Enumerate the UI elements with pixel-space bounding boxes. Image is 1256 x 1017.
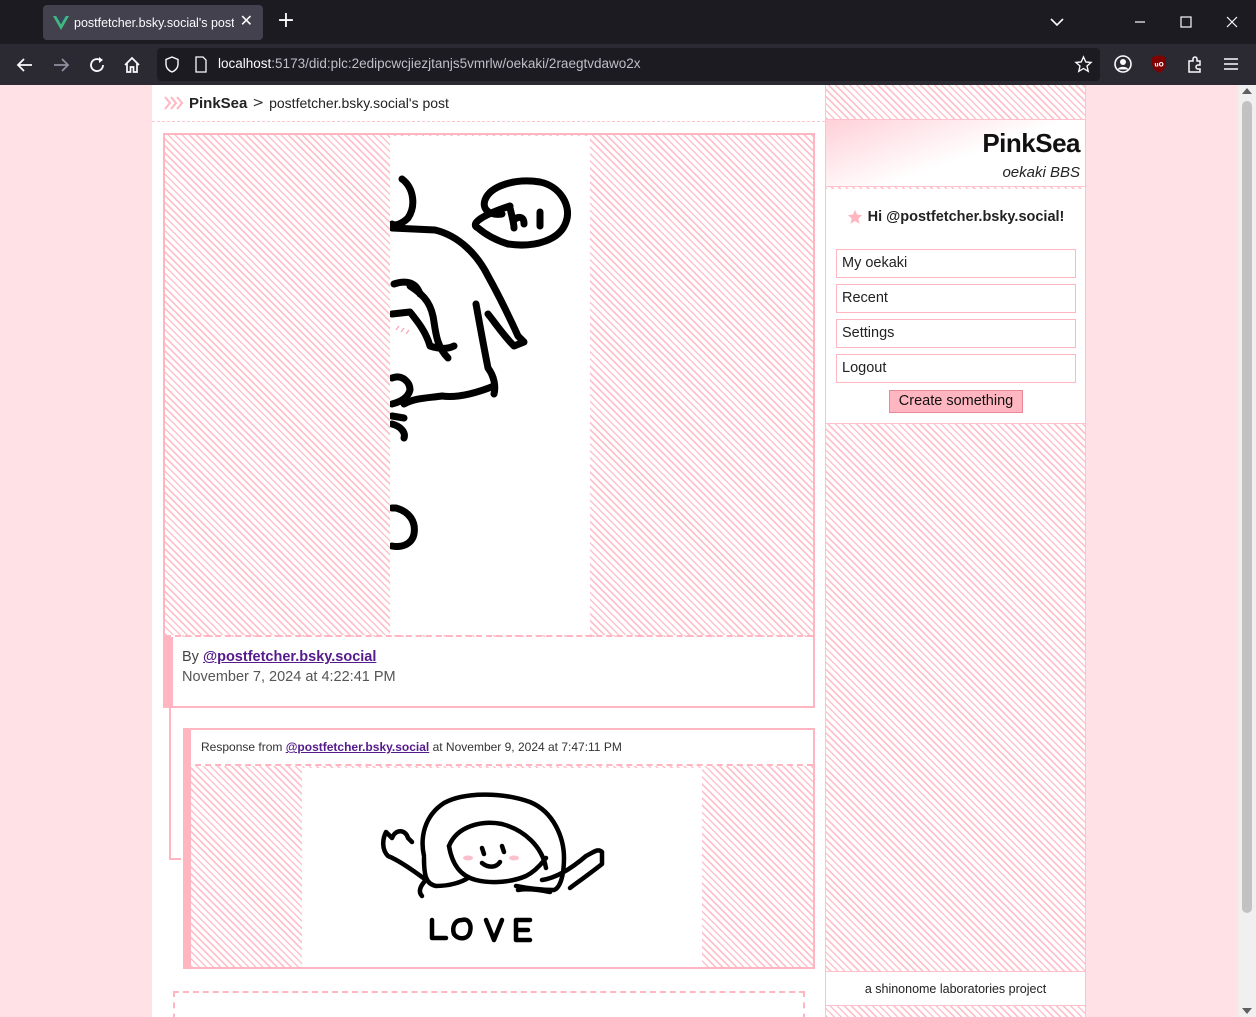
- response-drawing-art: [381, 792, 605, 943]
- scroll-down-arrow-icon[interactable]: [1242, 1008, 1252, 1014]
- star-icon: [847, 209, 862, 224]
- extensions-icon[interactable]: [1185, 54, 1205, 74]
- breadcrumb-separator: >: [252, 95, 265, 111]
- scroll-thumb[interactable]: [1242, 101, 1252, 913]
- menu-icon[interactable]: [1221, 54, 1241, 74]
- user-greeting: Hi @postfetcher.bsky.social!: [826, 209, 1085, 225]
- chevrons-icon: [164, 96, 184, 110]
- page-icon: [195, 56, 207, 73]
- site-title: PinkSea: [982, 128, 1080, 158]
- response-header: Response from @postfetcher.bsky.social a…: [185, 730, 813, 766]
- reply-box: [173, 991, 805, 1017]
- post-author-link[interactable]: @postfetcher.bsky.social: [203, 649, 376, 665]
- maximize-icon[interactable]: [1176, 12, 1196, 32]
- account-icon[interactable]: [1113, 54, 1133, 74]
- scroll-up-arrow-icon[interactable]: [1242, 88, 1252, 94]
- sidebar-link-logout[interactable]: Logout: [836, 354, 1076, 383]
- breadcrumb: PinkSea > postfetcher.bsky.social's post: [152, 85, 825, 122]
- forward-icon[interactable]: [50, 54, 72, 76]
- post-meta: By @postfetcher.bsky.social November 7, …: [165, 637, 813, 706]
- tab-list-icon[interactable]: [1047, 12, 1067, 32]
- post-drawing[interactable]: [388, 136, 590, 635]
- home-icon[interactable]: [121, 54, 143, 76]
- user-panel: Hi @postfetcher.bsky.social! My oekaki R…: [826, 189, 1085, 424]
- site-logo[interactable]: PinkSea oekaki BBS: [826, 119, 1085, 187]
- page-scrollbar[interactable]: [1238, 85, 1256, 1017]
- response-post: Response from @postfetcher.bsky.social a…: [183, 728, 815, 969]
- post-author-line: By @postfetcher.bsky.social: [182, 649, 376, 665]
- url-host: localhost: [218, 56, 272, 71]
- response-prefix: Response from: [201, 740, 283, 754]
- post-date: November 7, 2024 at 4:22:41 PM: [182, 669, 396, 685]
- close-tab-icon[interactable]: ✕: [240, 11, 253, 31]
- sidebar-top-pattern: [826, 85, 1085, 119]
- greeting-text: Hi @postfetcher.bsky.social!: [867, 209, 1065, 225]
- new-tab-icon[interactable]: +: [276, 10, 296, 34]
- site-subtitle: oekaki BBS: [1002, 164, 1080, 181]
- svg-text:uO: uO: [1154, 62, 1163, 69]
- sidebar-link-recent[interactable]: Recent: [836, 284, 1076, 313]
- shield-icon[interactable]: [164, 56, 180, 73]
- post-drawing-art: [388, 175, 571, 550]
- post-by-label: By: [182, 649, 199, 665]
- sidebar-link-settings[interactable]: Settings: [836, 319, 1076, 348]
- url-path: :5173/did:plc:2edipcwcjiezjtanjs5vmrlw/o…: [271, 56, 641, 71]
- ublock-icon[interactable]: uO: [1149, 54, 1169, 74]
- tab-title: postfetcher.bsky.social's post /: [74, 15, 234, 30]
- post-image-area: [165, 135, 813, 637]
- bookmark-star-icon[interactable]: [1074, 55, 1093, 74]
- url-bar[interactable]: localhost:5173/did:plc:2edipcwcjiezjtanj…: [157, 48, 1100, 81]
- thread-connector: [169, 708, 181, 860]
- response-drawing[interactable]: [302, 768, 702, 967]
- create-something-button[interactable]: Create something: [889, 390, 1023, 413]
- response-author-link[interactable]: @postfetcher.bsky.social: [286, 740, 430, 754]
- oekaki-post: By @postfetcher.bsky.social November 7, …: [163, 133, 815, 708]
- reload-icon[interactable]: [86, 54, 108, 76]
- minimize-icon[interactable]: [1130, 12, 1150, 32]
- url-text[interactable]: localhost:5173/did:plc:2edipcwcjiezjtanj…: [218, 56, 641, 71]
- browser-tabbar: postfetcher.bsky.social's post / ✕ +: [0, 0, 1256, 44]
- response-date: at November 9, 2024 at 7:47:11 PM: [432, 740, 622, 754]
- vue-favicon: [53, 15, 69, 30]
- close-window-icon[interactable]: [1222, 12, 1242, 32]
- page-viewport: PinkSea > postfetcher.bsky.social's post: [0, 85, 1238, 1017]
- back-icon[interactable]: [14, 54, 36, 76]
- sidebar-footer: a shinonome laboratories project: [826, 971, 1085, 1006]
- breadcrumb-current: postfetcher.bsky.social's post: [269, 95, 449, 111]
- breadcrumb-home-link[interactable]: PinkSea: [189, 95, 247, 112]
- sidebar-bottom-pattern: [826, 1006, 1085, 1017]
- browser-tab[interactable]: postfetcher.bsky.social's post / ✕: [43, 5, 263, 40]
- main-column: PinkSea > postfetcher.bsky.social's post: [152, 85, 825, 1017]
- sidebar-link-my-oekaki[interactable]: My oekaki: [836, 249, 1076, 278]
- sidebar: PinkSea oekaki BBS Hi @postfetcher.bsky.…: [825, 85, 1086, 1017]
- response-image-area: [185, 766, 813, 967]
- sidebar-pattern: [826, 424, 1085, 971]
